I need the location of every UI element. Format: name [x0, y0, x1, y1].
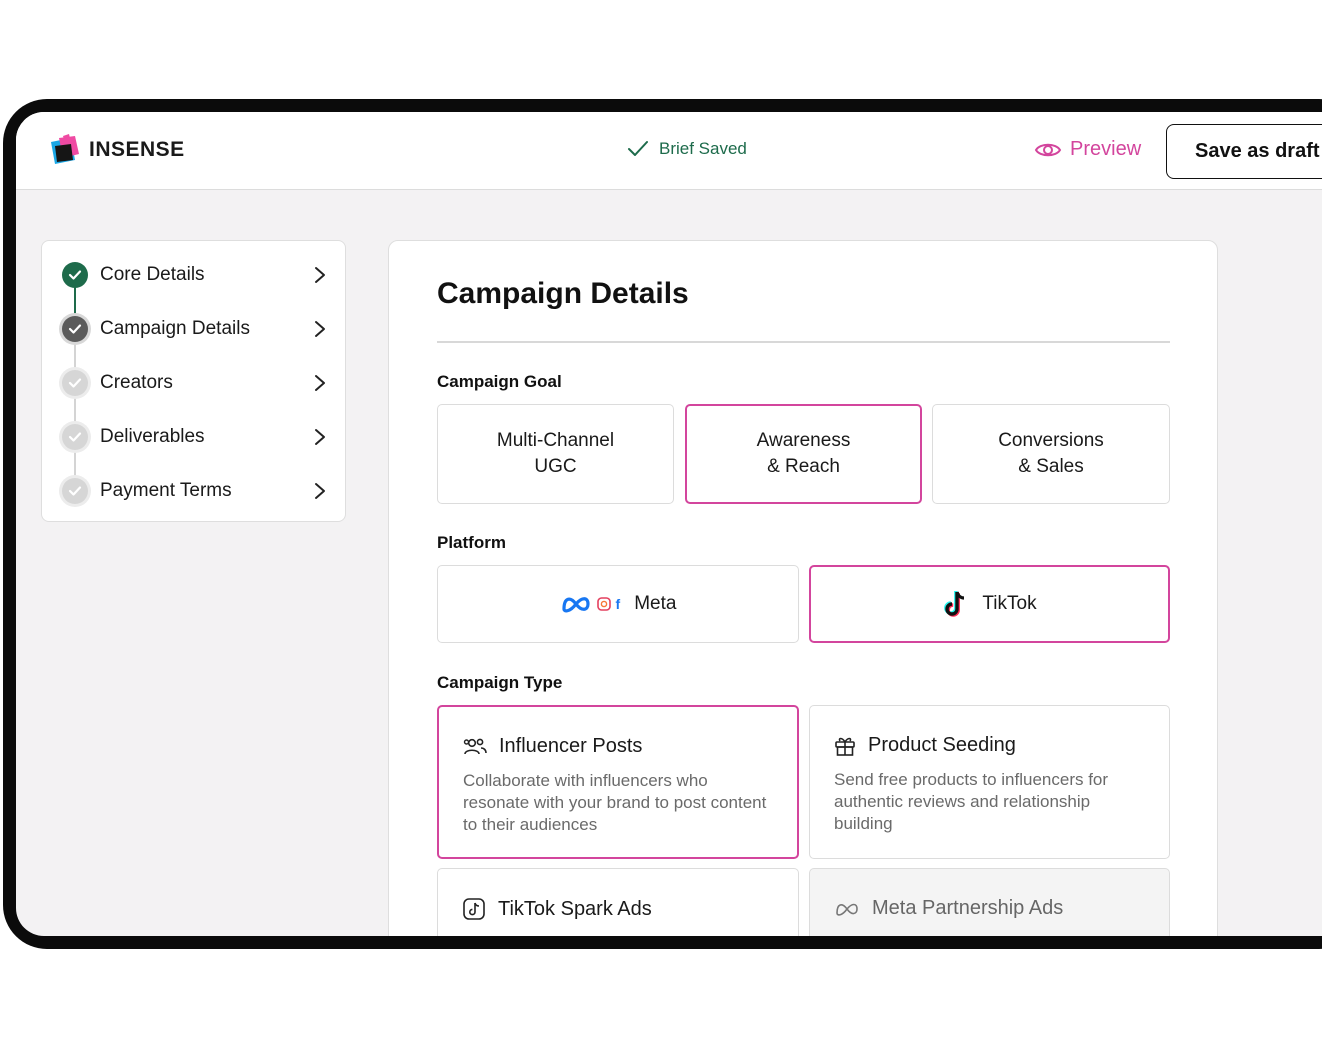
step-deliverables[interactable]: Deliverables [62, 417, 327, 457]
meta-icon: f [560, 591, 621, 617]
save-status-text: Brief Saved [659, 139, 747, 158]
page-title: Campaign Details [437, 277, 689, 310]
top-bar: INSENSE Brief Saved Preview Save as draf… [16, 112, 1322, 190]
type-option-title: TikTok Spark Ads [498, 897, 652, 920]
goal-option-label: Awareness & Reach [756, 430, 851, 477]
type-option-header: TikTok Spark Ads [462, 897, 774, 921]
type-option-header: Influencer Posts [463, 735, 773, 758]
step-todo-check-icon [62, 370, 88, 396]
step-creators[interactable]: Creators [62, 363, 327, 403]
step-label: Creators [100, 372, 173, 393]
instagram-icon [596, 597, 611, 611]
step-payment-terms[interactable]: Payment Terms [62, 471, 327, 511]
brief-stepper: Core Details Campaign Details Creators D… [41, 240, 346, 522]
check-icon [628, 141, 648, 156]
platform-option-label: TikTok [982, 593, 1037, 614]
chevron-right-icon [315, 483, 325, 499]
save-draft-button[interactable]: Save as draft [1166, 124, 1322, 179]
app-screen: INSENSE Brief Saved Preview Save as draf… [16, 112, 1322, 936]
users-icon [463, 738, 487, 754]
step-todo-check-icon [62, 478, 88, 504]
gift-icon [835, 737, 855, 756]
facebook-icon: f [615, 596, 621, 612]
chevron-right-icon [315, 321, 325, 337]
step-done-check-icon [62, 262, 88, 288]
goal-option-conversions-sales[interactable]: Conversions & Sales [932, 404, 1170, 504]
platform-label: Platform [437, 533, 506, 552]
goal-option-multichannel-ugc[interactable]: Multi-Channel UGC [437, 404, 674, 504]
brand-name: INSENSE [89, 138, 185, 161]
preview-button[interactable]: Preview [1034, 138, 1141, 161]
step-label: Campaign Details [100, 318, 250, 339]
type-option-influencer-posts[interactable]: Influencer Posts Collaborate with influe… [437, 705, 799, 859]
type-option-product-seeding[interactable]: Product Seeding Send free products to in… [809, 705, 1170, 859]
goal-option-label: Multi-Channel UGC [496, 430, 615, 477]
insense-logo-icon [51, 134, 79, 164]
preview-label: Preview [1070, 138, 1142, 160]
campaign-type-label: Campaign Type [437, 673, 563, 692]
platform-option-tiktok[interactable]: TikTok [809, 565, 1170, 643]
type-option-title: Meta Partnership Ads [872, 897, 1064, 919]
type-option-meta-partnership-ads[interactable]: Meta Partnership Ads [809, 868, 1170, 936]
chevron-right-icon [315, 267, 325, 283]
platform-option-meta[interactable]: f Meta [437, 565, 799, 643]
tiktok-square-icon [463, 898, 485, 920]
step-campaign-details[interactable]: Campaign Details [62, 309, 327, 349]
meta-outline-icon [836, 903, 858, 916]
platform-option-label: Meta [634, 593, 677, 614]
type-option-title: Influencer Posts [499, 735, 643, 757]
type-option-description: Collaborate with influencers who resonat… [463, 771, 767, 834]
logo[interactable]: INSENSE [49, 134, 185, 166]
step-label: Deliverables [100, 426, 205, 447]
type-option-header: Product Seeding [834, 734, 1145, 757]
eye-icon [1034, 143, 1062, 156]
save-status: Brief Saved [627, 139, 747, 159]
step-label: Core Details [100, 264, 205, 285]
campaign-details-card: Campaign Details Campaign Goal Multi-Cha… [388, 240, 1218, 936]
tiktok-icon [944, 591, 965, 617]
type-option-title: Product Seeding [868, 734, 1016, 756]
goal-option-awareness-reach[interactable]: Awareness & Reach [685, 404, 922, 504]
type-option-description: Send free products to influencers for au… [834, 770, 1109, 833]
step-core-details[interactable]: Core Details [62, 255, 327, 295]
step-label: Payment Terms [100, 480, 232, 501]
divider [437, 341, 1170, 343]
type-option-tiktok-spark-ads[interactable]: TikTok Spark Ads [437, 868, 799, 936]
step-todo-check-icon [62, 424, 88, 450]
step-current-check-icon [62, 316, 88, 342]
goal-option-label: Conversions & Sales [998, 430, 1104, 477]
chevron-right-icon [315, 375, 325, 391]
chevron-right-icon [315, 429, 325, 445]
campaign-goal-label: Campaign Goal [437, 372, 562, 391]
type-option-header: Meta Partnership Ads [834, 897, 1145, 920]
